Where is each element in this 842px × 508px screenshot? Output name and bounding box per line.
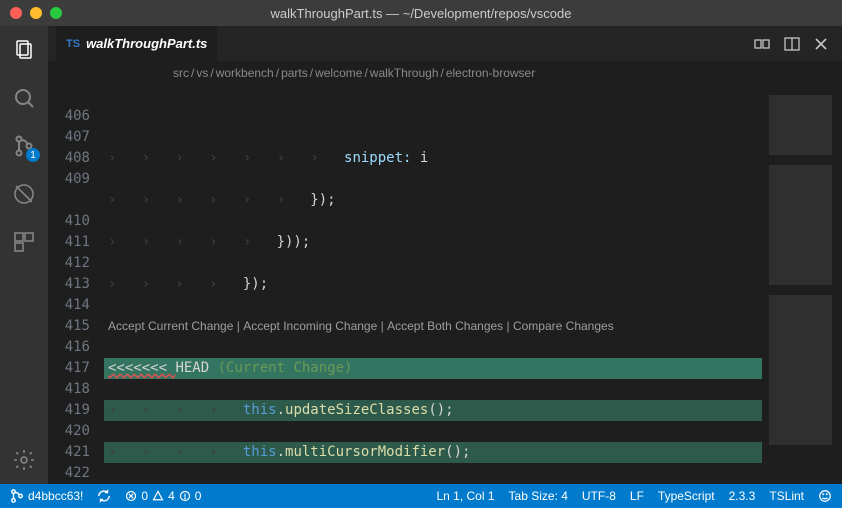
close-window-button[interactable] [10,7,22,19]
tab-walkthroughpart[interactable]: TS walkThroughPart.ts [56,26,218,61]
window-title: walkThroughPart.ts — ~/Development/repos… [0,6,842,21]
feedback-icon[interactable] [818,489,832,503]
accept-incoming-link[interactable]: Accept Incoming Change [243,316,377,337]
code-lines[interactable]: › › › › › › › snippet: i › › › › › › });… [104,85,762,484]
extensions-icon[interactable] [10,228,38,256]
eol[interactable]: LF [630,489,644,503]
tab-filename: walkThroughPart.ts [86,36,207,51]
line-number-gutter: 406407408409 410411412413414415416417418… [48,85,104,484]
minimize-window-button[interactable] [30,7,42,19]
breadcrumb-seg[interactable]: walkThrough [370,66,439,80]
breadcrumb-seg[interactable]: vs [196,66,208,80]
compare-changes-link[interactable]: Compare Changes [513,316,614,337]
debug-icon[interactable] [10,180,38,208]
close-tab-icon[interactable] [814,37,828,51]
accept-both-link[interactable]: Accept Both Changes [387,316,503,337]
tab-size[interactable]: Tab Size: 4 [509,489,568,503]
breadcrumb[interactable]: src/vs/workbench/parts/welcome/walkThrou… [48,61,842,85]
editor-area: TS walkThroughPart.ts src/vs/workbench/p… [48,26,842,484]
problems-status[interactable]: 0 4 0 [125,489,201,503]
breadcrumb-seg[interactable]: src [173,66,189,80]
search-icon[interactable] [10,84,38,112]
scm-badge: 1 [26,148,40,162]
titlebar: walkThroughPart.ts — ~/Development/repos… [0,0,842,26]
code-editor[interactable]: 406407408409 410411412413414415416417418… [48,85,842,484]
typescript-file-icon: TS [66,38,80,50]
breadcrumb-seg[interactable]: workbench [216,66,274,80]
explorer-icon[interactable] [10,36,38,64]
breadcrumb-seg[interactable]: electron-browser [446,66,535,80]
breadcrumb-seg[interactable]: parts [281,66,308,80]
cursor-position[interactable]: Ln 1, Col 1 [436,489,494,503]
language-mode[interactable]: TypeScript [658,489,715,503]
accept-current-link[interactable]: Accept Current Change [108,316,233,337]
source-control-icon[interactable]: 1 [10,132,38,160]
ts-version[interactable]: 2.3.3 [729,489,756,503]
minimap[interactable] [762,85,842,484]
split-editor-icon[interactable] [784,36,800,52]
encoding[interactable]: UTF-8 [582,489,616,503]
status-bar: d4bbcc63! 0 4 0 Ln 1, Col 1 Tab Size: 4 … [0,484,842,508]
git-branch-status[interactable]: d4bbcc63! [10,489,83,503]
compare-changes-icon[interactable] [754,36,770,52]
activity-bar: 1 [0,26,48,484]
tab-bar: TS walkThroughPart.ts [48,26,842,61]
merge-codelens: Accept Current Change | Accept Incoming … [104,316,762,337]
settings-gear-icon[interactable] [10,446,38,474]
editor-actions [754,26,842,61]
window-controls [10,7,62,19]
maximize-window-button[interactable] [50,7,62,19]
tslint-status[interactable]: TSLint [769,489,804,503]
breadcrumb-seg[interactable]: welcome [315,66,362,80]
sync-status[interactable] [97,489,111,503]
